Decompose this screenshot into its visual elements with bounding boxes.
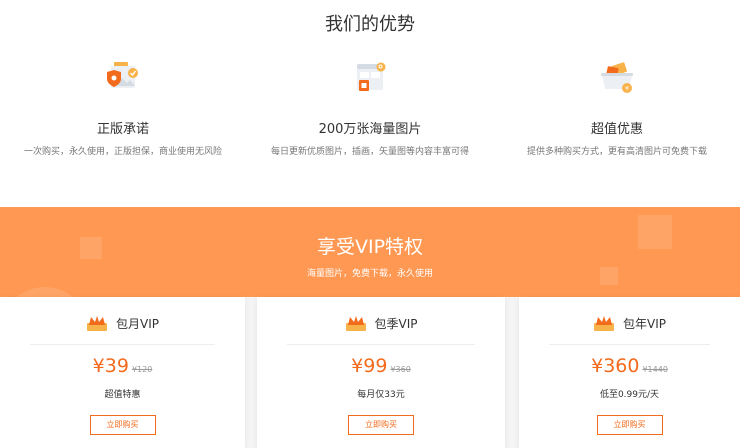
buy-button-monthly[interactable]: 立即购买	[89, 415, 156, 435]
plan-original-price: ¥120	[131, 365, 153, 374]
plan-note: 低至0.99元/天	[599, 390, 660, 400]
advantage-name: 正版承诺	[96, 122, 149, 137]
advantage-name: 超值优惠	[590, 122, 643, 137]
plan-card-monthly: 包月VIP ¥39 ¥120 超值特惠 立即购买	[0, 297, 245, 448]
advantage-genuine: 正版承诺 一次购买，永久使用，正版担保，商业使用无风险	[0, 58, 246, 157]
plan-currency: ¥	[92, 355, 105, 377]
plan-card-quarterly: 包季VIP ¥99 ¥360 每月仅33元 立即购买	[257, 297, 505, 448]
shield-image-icon	[107, 62, 138, 88]
vip-subtitle: 海量图片，免费下载，永久使用	[306, 269, 433, 279]
plan-name: 包季VIP	[374, 316, 418, 331]
plan-card-yearly: 包年VIP ¥360 ¥1440 低至0.99元/天 立即购买	[519, 297, 740, 448]
crown-icon	[87, 316, 107, 331]
advantage-desc: 每日更新优质图片，插画，矢量图等内容丰富可得	[270, 147, 469, 157]
advantage-desc: 提供多种购买方式，更有高清图片可免费下载	[526, 147, 707, 157]
svg-text:¥: ¥	[625, 86, 629, 93]
plan-note: 超值特惠	[104, 390, 141, 400]
buy-button-quarterly[interactable]: 立即购买	[348, 415, 414, 435]
plan-original-price: ¥1440	[642, 365, 668, 374]
plan-name: 包月VIP	[116, 316, 159, 331]
advantages-title: 我们的优势	[325, 14, 415, 35]
vip-title: 享受VIP特权	[316, 236, 424, 258]
plan-price: 39	[104, 355, 129, 377]
plan-currency: ¥	[351, 355, 364, 377]
crown-icon	[345, 316, 366, 331]
plan-note: 每月仅33元	[357, 390, 405, 400]
advantage-name: 200万张海量图片	[318, 122, 422, 137]
advantage-gallery: 200万张海量图片 每日更新优质图片，插画，矢量图等内容丰富可得	[247, 58, 493, 157]
advantage-desc: 一次购买，永久使用，正版担保，商业使用无风险	[23, 147, 222, 157]
advantage-discount: ¥ 超值优惠 提供多种购买方式，更有高清图片可免费下载	[494, 58, 740, 157]
plan-name: 包年VIP	[623, 316, 666, 331]
gallery-icon	[357, 62, 386, 91]
plan-currency: ¥	[591, 355, 604, 377]
crown-icon	[594, 316, 614, 331]
buy-button-yearly[interactable]: 立即购买	[596, 415, 663, 435]
plan-price: 360	[603, 355, 640, 377]
plan-original-price: ¥360	[390, 365, 411, 374]
discount-basket-icon: ¥	[601, 62, 633, 93]
plan-price: 99	[363, 355, 388, 377]
